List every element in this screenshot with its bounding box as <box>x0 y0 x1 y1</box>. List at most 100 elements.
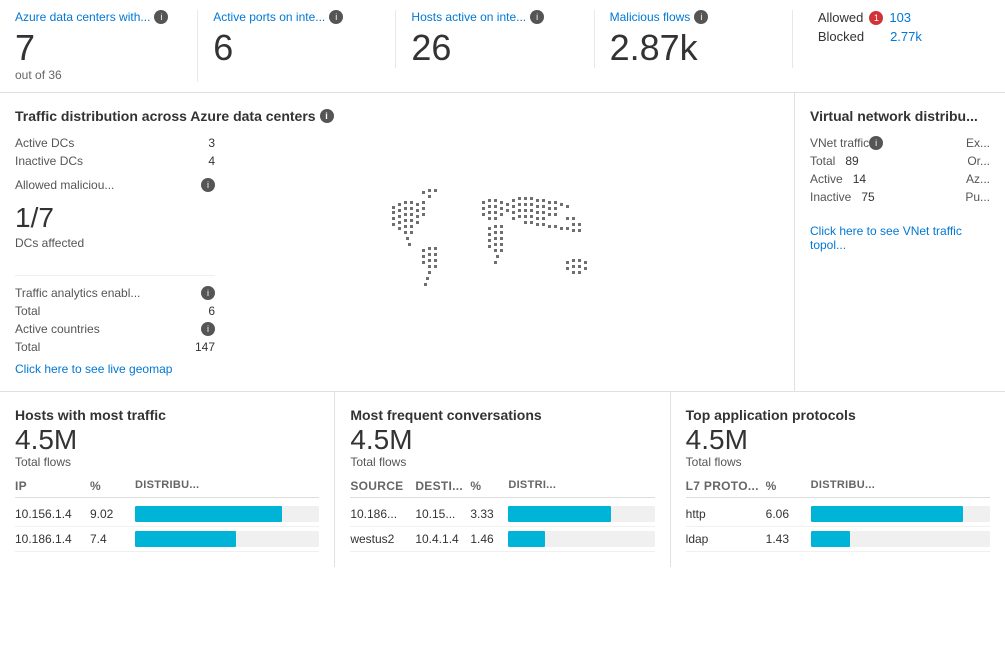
hosts-col-distrib: DISTRIBU... <box>135 479 319 493</box>
conv-row1-dest: 10.15... <box>415 507 470 521</box>
vnet-total-label: Total <box>810 154 835 168</box>
traffic-info-icon[interactable]: i <box>320 109 334 123</box>
world-map-svg <box>362 181 642 331</box>
hosts-row2-pct: 7.4 <box>90 532 135 546</box>
hosts-col-ip: IP <box>15 479 90 493</box>
allowed-malicious-info-icon[interactable]: i <box>201 178 215 192</box>
proto-row-2: ldap 1.43 <box>686 527 990 552</box>
blocked-row: Blocked 2.77k <box>818 29 975 44</box>
proto-table-header: L7 PROTO... % DISTRIBU... <box>686 479 990 498</box>
vnet-pu-label: Pu... <box>965 190 990 204</box>
proto-row2-pct: 1.43 <box>766 532 811 546</box>
metric-azure-dc: Azure data centers with... i 7 out of 36 <box>15 10 198 82</box>
total-traffic-row: Total 6 <box>15 304 215 318</box>
proto-row1-bar-fill <box>811 506 963 522</box>
conv-row-1: 10.186... 10.15... 3.33 <box>350 502 654 527</box>
inactive-dcs-label: Inactive DCs <box>15 154 83 168</box>
traffic-title-text: Traffic distribution across Azure data c… <box>15 108 316 124</box>
traffic-analytics-row: Traffic analytics enabl... i <box>15 286 215 300</box>
proto-col-distrib: DISTRIBU... <box>811 479 990 493</box>
hosts-row1-ip: 10.156.1.4 <box>15 507 90 521</box>
malicious-flows-info-icon[interactable]: i <box>694 10 708 24</box>
vnet-inactive-value: 75 <box>861 190 874 204</box>
conv-row2-bar <box>508 531 654 547</box>
world-map <box>225 136 779 376</box>
blocked-value: 2.77k <box>890 29 922 44</box>
active-dcs-value: 3 <box>208 136 215 150</box>
vnet-topology-link[interactable]: Click here to see VNet traffic topol... <box>810 224 990 252</box>
conv-total: 4.5M <box>350 425 654 456</box>
conv-row1-src: 10.186... <box>350 507 415 521</box>
hosts-row-1: 10.156.1.4 9.02 <box>15 502 319 527</box>
proto-col-pct: % <box>766 479 811 493</box>
conv-panel-title: Most frequent conversations <box>350 407 654 423</box>
proto-row2-bar-fill <box>811 531 850 547</box>
hosts-panel: Hosts with most traffic 4.5M Total flows… <box>0 392 335 568</box>
conv-col-dest: DESTI... <box>415 479 470 493</box>
vnet-traffic-info-icon[interactable]: i <box>869 136 883 150</box>
hosts-active-info-icon[interactable]: i <box>530 10 544 24</box>
conv-row1-pct: 3.33 <box>470 507 508 521</box>
conv-col-distri: DISTRI... <box>508 479 654 493</box>
hosts-row-2: 10.186.1.4 7.4 <box>15 527 319 552</box>
top-metrics-bar: Azure data centers with... i 7 out of 36… <box>0 0 1005 93</box>
conv-row2-pct: 1.46 <box>470 532 508 546</box>
conv-row1-bar <box>508 506 654 522</box>
conv-col-pct: % <box>470 479 508 493</box>
active-countries-label: Active countries <box>15 322 100 336</box>
metric-malicious-flows: Malicious flows i 2.87k <box>595 10 793 68</box>
vnet-az-label: Az... <box>966 172 990 186</box>
vnet-ex-label: Ex... <box>966 136 990 150</box>
active-ports-info-icon[interactable]: i <box>329 10 343 24</box>
hosts-row1-bar-fill <box>135 506 282 522</box>
conv-total-label: Total flows <box>350 455 654 469</box>
main-sections: Traffic distribution across Azure data c… <box>0 93 1005 392</box>
active-ports-label: Active ports on inte... <box>213 10 325 24</box>
allowed-value: 103 <box>889 10 911 25</box>
conv-row2-bar-fill <box>508 531 545 547</box>
vnet-inactive-label: Inactive <box>810 190 851 204</box>
total-traffic-value: 6 <box>208 304 215 318</box>
conv-table-header: SOURCE DESTI... % DISTRI... <box>350 479 654 498</box>
live-geomap-link[interactable]: Click here to see live geomap <box>15 362 215 376</box>
proto-row2-name: ldap <box>686 532 766 546</box>
proto-row2-bar <box>811 531 990 547</box>
hosts-row2-bar <box>135 531 319 547</box>
fraction-label: DCs affected <box>15 236 215 250</box>
hosts-table-header: IP % DISTRIBU... <box>15 479 319 498</box>
active-countries-row: Active countries i <box>15 322 215 336</box>
traffic-analytics-info-icon[interactable]: i <box>201 286 215 300</box>
azure-dc-info-icon[interactable]: i <box>154 10 168 24</box>
vnet-inactive-row: Inactive 75 Pu... <box>810 190 990 204</box>
hosts-row1-bar <box>135 506 319 522</box>
vnet-or-label: Or... <box>967 154 990 168</box>
azure-dc-label: Azure data centers with... <box>15 10 150 24</box>
total-traffic-label: Total <box>15 304 40 318</box>
conv-row2-dest: 10.4.1.4 <box>415 532 470 546</box>
metric-active-ports: Active ports on inte... i 6 <box>198 10 396 68</box>
hosts-total: 4.5M <box>15 425 319 456</box>
proto-row-1: http 6.06 <box>686 502 990 527</box>
malicious-flows-value: 2.87k <box>610 28 777 68</box>
vnet-content: VNet traffic i Ex... Total 89 Or... Acti… <box>810 136 990 204</box>
hosts-total-label: Total flows <box>15 455 319 469</box>
hosts-active-value: 26 <box>411 28 578 68</box>
allowed-badge: 1 <box>869 11 883 25</box>
hosts-row2-bar-fill <box>135 531 236 547</box>
traffic-distribution-section: Traffic distribution across Azure data c… <box>0 93 795 391</box>
vnet-traffic-label: VNet traffic <box>810 136 869 150</box>
malicious-flows-title: Malicious flows i <box>610 10 777 24</box>
azure-dc-sub: out of 36 <box>15 68 182 82</box>
allowed-label: Allowed <box>818 10 864 25</box>
conversations-panel: Most frequent conversations 4.5M Total f… <box>335 392 670 568</box>
conv-row-2: westus2 10.4.1.4 1.46 <box>350 527 654 552</box>
vnet-total-row: Total 89 Or... <box>810 154 990 168</box>
blocked-label: Blocked <box>818 29 864 44</box>
malicious-flows-label: Malicious flows <box>610 10 691 24</box>
total-countries-row: Total 147 <box>15 340 215 354</box>
vnet-active-row: Active 14 Az... <box>810 172 990 186</box>
azure-dc-value: 7 <box>15 28 182 68</box>
metric-hosts-active-title: Hosts active on inte... i <box>411 10 578 24</box>
total-countries-label: Total <box>15 340 40 354</box>
active-countries-info-icon[interactable]: i <box>201 322 215 336</box>
